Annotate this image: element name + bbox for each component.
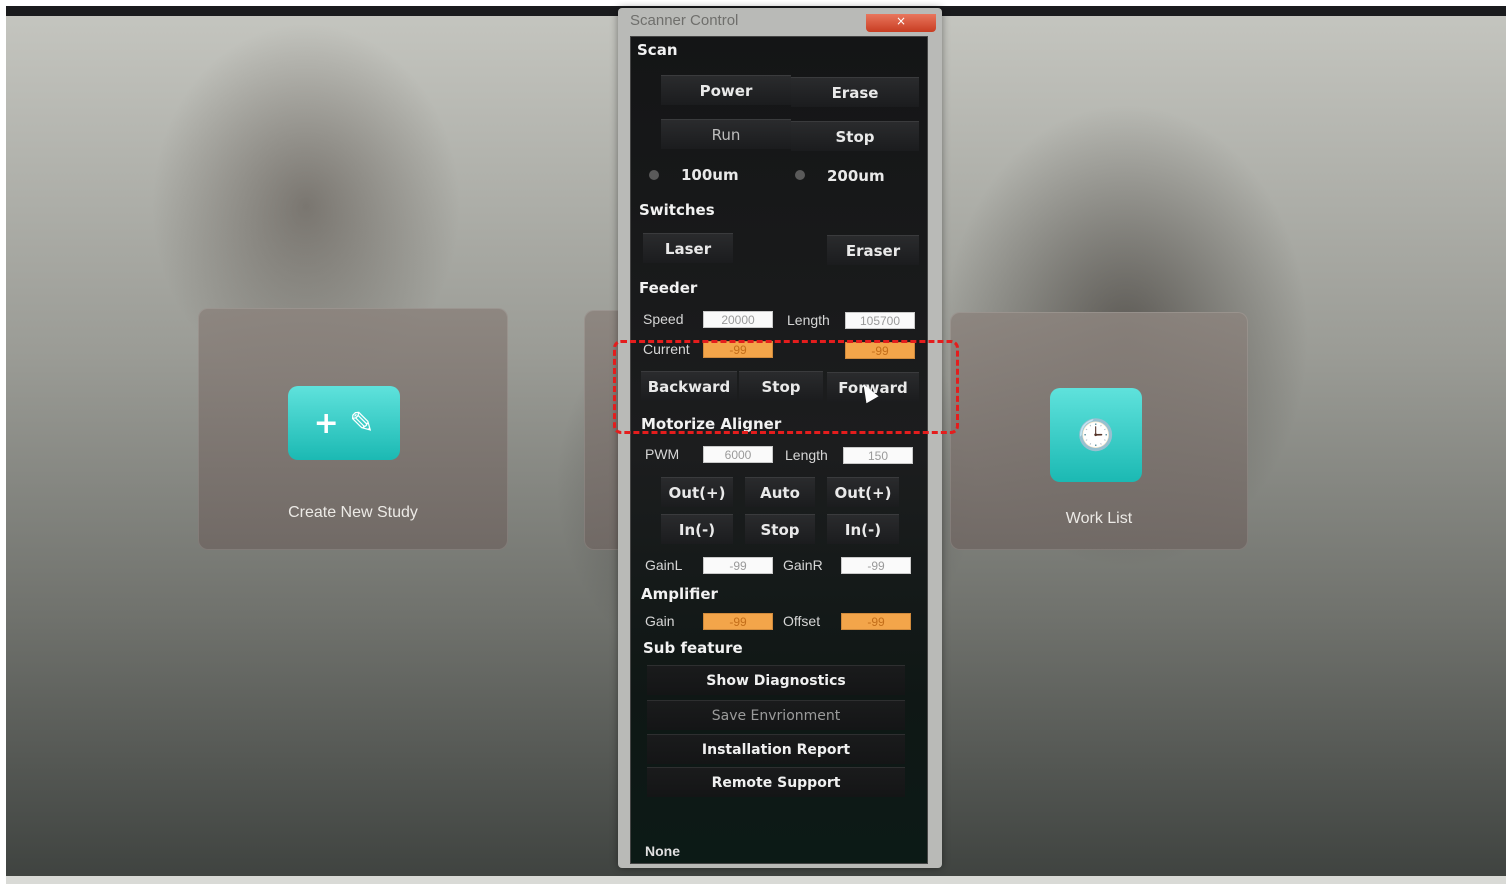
aligner-length-label: Length (785, 447, 828, 463)
feeder-speed-field[interactable]: 20000 (703, 311, 773, 328)
aligner-auto-button[interactable]: Auto (745, 477, 815, 507)
close-button[interactable]: × (866, 14, 936, 32)
create-new-study-tile[interactable]: + ✎ Create New Study (198, 308, 508, 550)
create-study-icon: + ✎ (288, 386, 400, 460)
section-amplifier: Amplifier (641, 585, 718, 603)
bottom-bezel (6, 876, 1506, 884)
highlight-annotation (613, 340, 959, 434)
gainr-field[interactable]: -99 (841, 557, 911, 574)
work-list-label: Work List (1065, 510, 1133, 527)
aligner-pwm-field[interactable]: 6000 (703, 446, 773, 463)
aligner-in-right-button[interactable]: In(-) (827, 514, 899, 544)
aligner-out-right-button[interactable]: Out(+) (827, 477, 899, 507)
aligner-in-left-button[interactable]: In(-) (661, 514, 733, 544)
radio-200um-label: 200um (827, 167, 885, 185)
power-button[interactable]: Power (661, 75, 791, 105)
feeder-length-label: Length (787, 312, 830, 328)
section-switches: Switches (639, 201, 715, 219)
amp-offset-label: Offset (783, 613, 821, 629)
gainl-field[interactable]: -99 (703, 557, 773, 574)
create-new-study-label: Create New Study (288, 504, 418, 521)
save-environment-button[interactable]: Save Envrionment (647, 700, 905, 730)
scan-stop-button[interactable]: Stop (791, 121, 919, 151)
feeder-length-field[interactable]: 105700 (845, 312, 915, 329)
remote-support-button[interactable]: Remote Support (647, 767, 905, 797)
work-list-tile[interactable]: 🕒 Work List (950, 312, 1248, 550)
status-text: None (645, 843, 680, 859)
run-button[interactable]: Run (661, 119, 791, 149)
eraser-button[interactable]: Eraser (827, 235, 919, 265)
radio-100um[interactable] (649, 170, 659, 180)
gainr-label: GainR (783, 557, 823, 573)
gainl-label: GainL (645, 557, 683, 573)
feeder-speed-label: Speed (643, 311, 684, 327)
scanner-control-window: Scanner Control × Scan Power Erase Run S… (618, 8, 942, 868)
show-diagnostics-button[interactable]: Show Diagnostics (647, 665, 905, 695)
radio-100um-label: 100um (681, 166, 739, 184)
amp-gain-label: Gain (645, 613, 675, 629)
close-icon: × (895, 14, 907, 28)
aligner-length-field[interactable]: 150 (843, 447, 913, 464)
erase-button[interactable]: Erase (791, 77, 919, 107)
scanner-panel: Scan Power Erase Run Stop 100um 200um Sw… (630, 36, 928, 864)
aligner-stop-button[interactable]: Stop (745, 514, 815, 544)
amp-offset-field: -99 (841, 613, 911, 630)
section-scan: Scan (637, 41, 678, 59)
laser-button[interactable]: Laser (643, 233, 733, 263)
aligner-out-left-button[interactable]: Out(+) (661, 477, 733, 507)
installation-report-button[interactable]: Installation Report (647, 734, 905, 764)
section-feeder: Feeder (639, 279, 698, 297)
radio-200um[interactable] (795, 170, 805, 180)
amp-gain-field: -99 (703, 613, 773, 630)
aligner-pwm-label: PWM (645, 446, 680, 462)
work-list-icon: 🕒 (1050, 388, 1142, 482)
window-title: Scanner Control (630, 12, 739, 29)
section-sub-feature: Sub feature (643, 639, 743, 657)
